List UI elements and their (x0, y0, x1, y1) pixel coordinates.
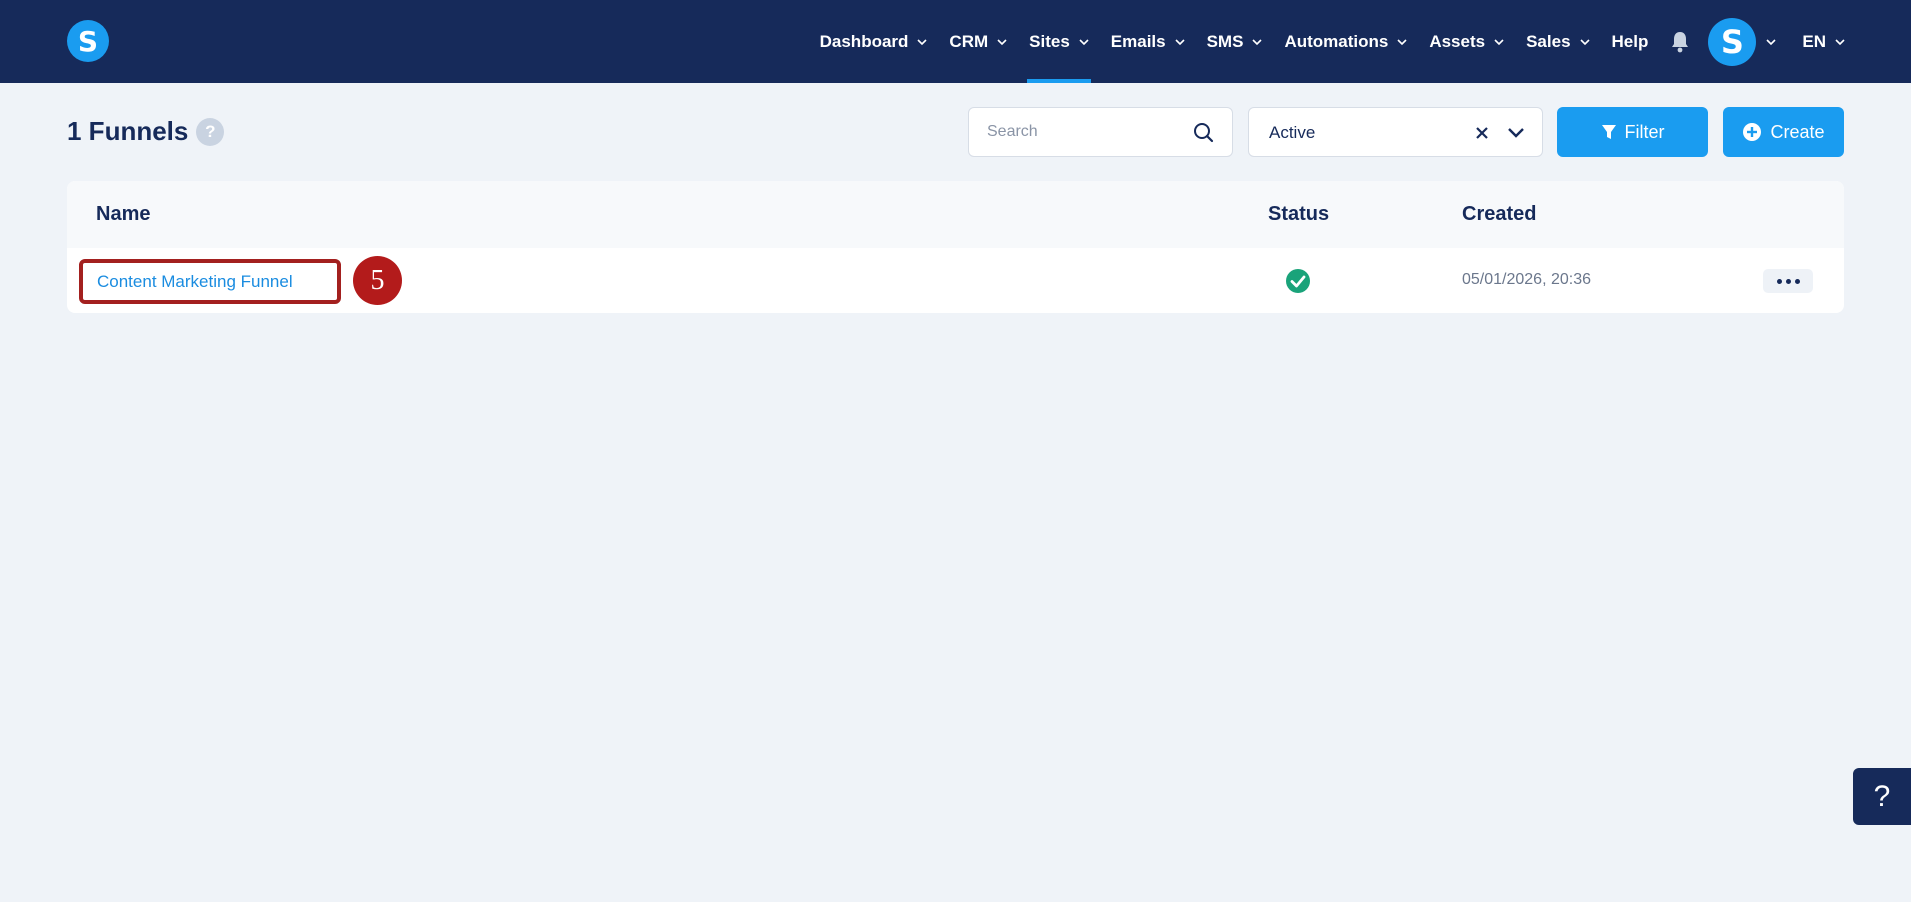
brand-logo[interactable]: S (67, 20, 109, 62)
nav-item-crm[interactable]: CRM (949, 0, 1007, 83)
page-title-text: 1 Funnels (67, 116, 189, 146)
nav-item-label: Help (1611, 31, 1649, 51)
nav-menu: Dashboard CRM Sites Emails SMS Automatio… (820, 0, 1845, 83)
nav-item-label: Sites (1029, 31, 1070, 51)
column-header-created[interactable]: Created (1462, 203, 1536, 226)
notifications-bell-icon[interactable] (1670, 0, 1690, 83)
filter-button[interactable]: Filter (1557, 107, 1708, 157)
chevron-down-icon[interactable] (1507, 126, 1525, 140)
nav-item-label: Dashboard (819, 31, 909, 51)
page-title: 1 Funnels ? (67, 116, 225, 147)
chevron-down-icon (997, 38, 1007, 45)
row-actions-menu-icon[interactable] (1763, 269, 1813, 293)
filter-button-label: Filter (1624, 121, 1665, 142)
nav-item-label: CRM (949, 31, 989, 51)
status-filter-select[interactable]: Active (1248, 107, 1543, 157)
language-label: EN (1802, 31, 1826, 51)
create-button[interactable]: Create (1723, 107, 1844, 157)
column-header-name[interactable]: Name (96, 203, 150, 226)
chevron-down-icon (1252, 38, 1263, 45)
create-button-label: Create (1770, 121, 1825, 142)
top-navigation: S Dashboard CRM Sites Emails SMS Automat… (0, 0, 1911, 83)
chevron-down-icon (1079, 38, 1089, 45)
clear-icon[interactable] (1475, 126, 1489, 140)
chevron-down-icon (1494, 38, 1504, 45)
language-selector[interactable]: EN (1802, 0, 1845, 83)
support-help-button[interactable]: ? (1853, 768, 1911, 825)
column-header-status[interactable]: Status (1268, 203, 1329, 226)
nav-item-automations[interactable]: Automations (1284, 0, 1407, 83)
nav-item-label: Assets (1429, 31, 1486, 51)
help-icon[interactable]: ? (196, 117, 225, 146)
nav-item-label: Automations (1284, 31, 1389, 51)
chevron-down-icon (1397, 38, 1407, 45)
created-date: 05/01/2026, 20:36 (1462, 271, 1592, 288)
chevron-down-icon (1835, 38, 1845, 45)
table-header: Name Status Created (67, 181, 1844, 248)
status-filter-value: Active (1269, 123, 1316, 142)
nav-item-help[interactable]: Help (1612, 0, 1649, 83)
search-icon[interactable] (1193, 122, 1214, 143)
user-menu[interactable]: S (1690, 0, 1776, 83)
funnel-name[interactable]: Content Marketing Funnel (97, 272, 293, 292)
chevron-down-icon (1579, 38, 1590, 45)
plus-circle-icon (1743, 123, 1762, 141)
chevron-down-icon (1766, 38, 1776, 45)
avatar[interactable]: S (1708, 17, 1757, 66)
nav-item-label: SMS (1206, 31, 1244, 51)
status-active-icon (1286, 269, 1310, 293)
nav-item-sales[interactable]: Sales (1526, 0, 1590, 83)
chevron-down-icon (1175, 38, 1185, 45)
search-input[interactable] (987, 108, 1187, 156)
nav-item-assets[interactable]: Assets (1429, 0, 1504, 83)
filter-icon (1601, 125, 1616, 139)
nav-item-sms[interactable]: SMS (1207, 0, 1263, 83)
nav-item-emails[interactable]: Emails (1111, 0, 1185, 83)
step-number-badge: 5 (353, 256, 402, 305)
funnel-name-link[interactable]: Content Marketing Funnel (79, 259, 341, 304)
nav-item-label: Sales (1526, 31, 1571, 51)
nav-item-dashboard[interactable]: Dashboard (820, 0, 928, 83)
nav-item-sites[interactable]: Sites (1027, 0, 1091, 83)
nav-item-label: Emails (1110, 31, 1166, 51)
chevron-down-icon (917, 38, 927, 45)
search-box[interactable] (968, 107, 1233, 157)
